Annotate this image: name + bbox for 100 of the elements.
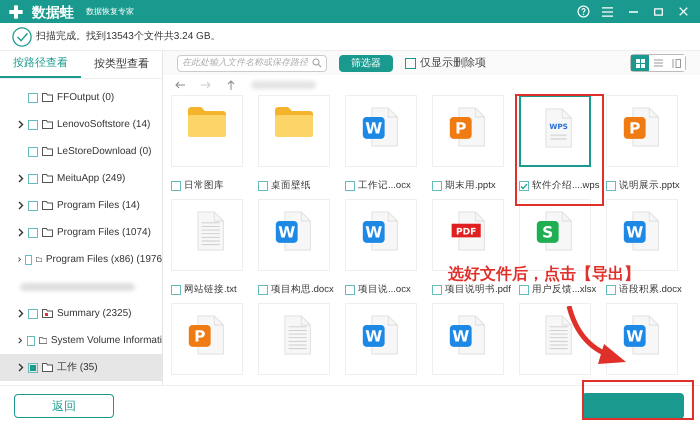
checkbox[interactable]: [519, 181, 529, 191]
file-thumbnail[interactable]: [519, 303, 591, 375]
file-thumbnail[interactable]: W: [345, 199, 417, 271]
folder-icon: [42, 93, 53, 102]
checkbox[interactable]: [28, 146, 38, 156]
tree-item[interactable]: LeStoreDownload (0): [0, 138, 162, 165]
checkbox[interactable]: [432, 285, 442, 295]
up-arrow-icon[interactable]: [227, 80, 235, 90]
checkbox[interactable]: [171, 285, 181, 295]
checkbox[interactable]: [28, 362, 38, 372]
file-name: 项目说明书.pdf: [445, 282, 511, 297]
search-icon[interactable]: [312, 58, 322, 68]
chevron-right-icon[interactable]: [18, 228, 24, 237]
file-name: 桌面壁纸: [271, 178, 311, 193]
file-name: 用户反馈...xlsx: [532, 282, 596, 297]
logo-cross-icon: [8, 4, 24, 20]
file-thumbnail[interactable]: P: [606, 95, 678, 167]
checkbox[interactable]: [519, 285, 529, 295]
tree-item[interactable]: Program Files (14): [0, 192, 162, 219]
menu-icon[interactable]: [602, 6, 613, 16]
checkbox[interactable]: [28, 228, 38, 238]
back-button[interactable]: 返回: [14, 394, 114, 418]
view-toggle[interactable]: [631, 55, 649, 71]
checkbox[interactable]: [28, 174, 38, 184]
view-toggle[interactable]: [649, 55, 667, 71]
tree-item[interactable]: Program Files (1074): [0, 219, 162, 246]
checkbox[interactable]: [606, 285, 616, 295]
close-icon[interactable]: [679, 7, 688, 16]
tree-item[interactable]: Program Files (x86) (1976: [0, 246, 162, 273]
folder-icon: [42, 228, 53, 237]
checkbox[interactable]: [258, 181, 268, 191]
checkbox[interactable]: [26, 336, 35, 346]
file-thumbnail[interactable]: [258, 95, 330, 167]
checkbox[interactable]: [28, 200, 38, 210]
maximize-icon[interactable]: [654, 8, 663, 16]
file-thumbnail[interactable]: W: [258, 199, 330, 271]
scan-status: 扫描完成。找到13543个文件共3.24 GB。: [36, 30, 220, 44]
file-thumbnail[interactable]: W: [432, 303, 504, 375]
checkbox[interactable]: [606, 181, 616, 191]
file-name: 说明展示.pptx: [619, 178, 680, 193]
file-thumbnail[interactable]: W: [606, 303, 678, 375]
file-name: 语段积累.docx: [619, 282, 682, 297]
chevron-right-icon[interactable]: [18, 336, 23, 345]
forward-arrow-icon[interactable]: [201, 81, 211, 89]
file-thumbnail[interactable]: W: [345, 303, 417, 375]
search-field[interactable]: 在此处输入文件名称或保存路径: [177, 54, 327, 72]
chevron-right-icon[interactable]: [18, 255, 22, 264]
checkbox[interactable]: [171, 181, 181, 191]
folder-icon: [187, 106, 227, 138]
back-arrow-icon[interactable]: [175, 81, 185, 89]
tree-item[interactable]: System Volume Informati: [0, 327, 162, 354]
checkbox[interactable]: [25, 254, 32, 264]
file-thumbnail[interactable]: W: [345, 95, 417, 167]
folder-icon: [42, 363, 53, 372]
checkbox[interactable]: [28, 308, 38, 318]
chevron-right-icon[interactable]: [18, 201, 24, 210]
checkbox[interactable]: [28, 120, 38, 130]
folder-icon: [42, 147, 53, 156]
chevron-right-icon[interactable]: [18, 120, 24, 129]
file-thumbnail[interactable]: [258, 303, 330, 375]
view-tab[interactable]: 按路径查看: [0, 51, 81, 78]
file-name: 期末用.pptx: [445, 178, 496, 193]
checkbox[interactable]: [405, 58, 416, 68]
filter-button[interactable]: 筛选器: [339, 54, 393, 72]
folder-icon: [42, 120, 53, 129]
file-name: 网站链接.txt: [184, 282, 237, 297]
checkbox[interactable]: [345, 285, 355, 295]
file-name: 项目构思.docx: [271, 282, 334, 297]
deleted-only-label: 仅显示删除项: [420, 56, 486, 71]
annotation-arrow: [566, 306, 628, 366]
check-circle-icon: [12, 26, 32, 46]
chevron-right-icon[interactable]: [18, 174, 24, 183]
folder-icon: [42, 309, 53, 318]
action-button[interactable]: [582, 392, 684, 418]
view-toggle[interactable]: [667, 55, 685, 71]
tree-item[interactable]: LenovoSoftstore (14): [0, 111, 162, 138]
tree-item[interactable]: 工作 (35): [0, 354, 162, 381]
folder-icon: [274, 106, 314, 138]
file-thumbnail[interactable]: [171, 95, 243, 167]
list-view-icon: [654, 59, 662, 67]
file-thumbnail[interactable]: [171, 199, 243, 271]
file-thumbnail[interactable]: WPS: [519, 95, 591, 167]
checkbox[interactable]: [258, 285, 268, 295]
view-tab[interactable]: 按类型查看: [81, 51, 162, 78]
file-name: 软件介绍....wps: [532, 178, 600, 193]
file-thumbnail[interactable]: P: [432, 95, 504, 167]
checkmark-icon: [520, 182, 528, 190]
help-icon[interactable]: [577, 5, 590, 18]
tree-item[interactable]: FFOutput (0): [0, 84, 162, 111]
checkbox[interactable]: [28, 92, 38, 102]
minimize-icon[interactable]: [629, 10, 638, 12]
tree-item[interactable]: Summary (2325): [0, 300, 162, 327]
chevron-right-icon[interactable]: [18, 363, 24, 372]
detail-view-icon: [672, 58, 680, 68]
folder-icon: [42, 174, 53, 183]
checkbox[interactable]: [432, 181, 442, 191]
file-thumbnail[interactable]: P: [171, 303, 243, 375]
chevron-right-icon[interactable]: [18, 309, 24, 318]
tree-item[interactable]: MeituApp (249): [0, 165, 162, 192]
checkbox[interactable]: [345, 181, 355, 191]
